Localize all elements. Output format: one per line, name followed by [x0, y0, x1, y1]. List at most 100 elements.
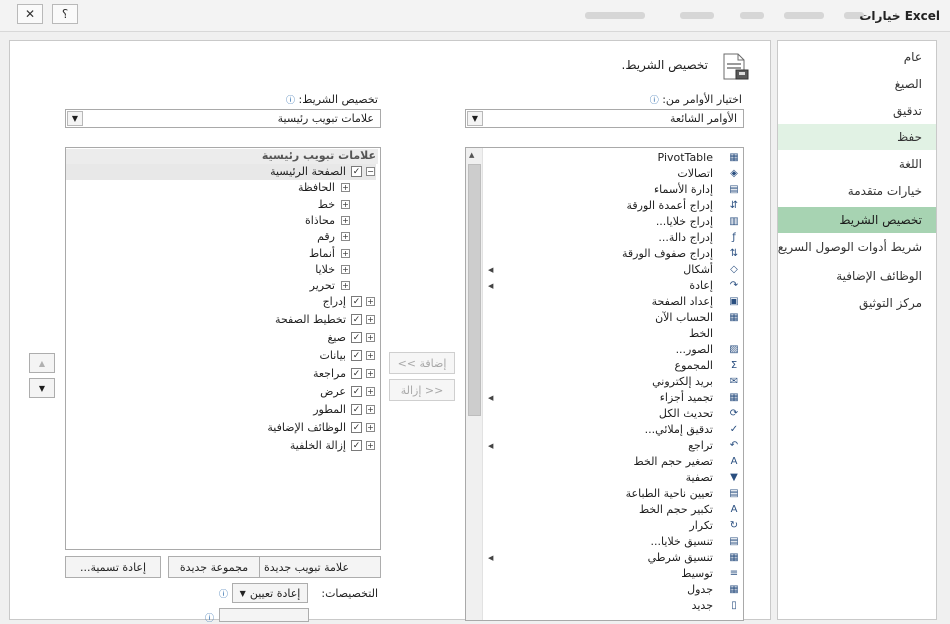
tab-checkbox[interactable]: ✓ [351, 439, 362, 451]
tab-checkbox[interactable]: ✓ [351, 350, 362, 362]
commands-list[interactable]: ▲ PivotTable ▦ اتصالات ◈ إدارة الأسماء ▤ إدراج… [465, 147, 744, 621]
category-add-ins[interactable]: الوظائف الإضافية [778, 263, 936, 289]
expand-toggle-icon[interactable]: + [366, 440, 375, 450]
category-language[interactable]: اللغة [778, 151, 936, 177]
expand-toggle-icon[interactable]: + [366, 297, 375, 307]
expand-toggle-icon[interactable]: + [366, 422, 375, 432]
tree-group-item[interactable]: رقم [317, 229, 335, 245]
category-proofing[interactable]: تدقيق [778, 98, 936, 124]
add-button[interactable]: إضافة >> [389, 352, 455, 374]
ribbon-tabs-tree[interactable]: علامات تبويب رئيسية − ✓ الصفحة الرئيسية + ال… [65, 147, 381, 550]
chevron-down-icon[interactable]: ▼ [67, 111, 83, 126]
move-down-button[interactable]: ▼ [29, 378, 55, 398]
category-trust-center[interactable]: مركز التوثيق [778, 290, 936, 316]
command-item[interactable]: المجموع [675, 358, 713, 374]
command-item[interactable]: إدراج أعمدة الورقة [627, 198, 714, 214]
expand-toggle-icon[interactable]: + [341, 281, 350, 291]
command-item[interactable]: تعيين ناحية الطباعة [626, 486, 713, 502]
category-customize-ribbon[interactable]: تخصيص الشريط [778, 207, 936, 233]
tab-checkbox[interactable]: ✓ [351, 385, 362, 397]
tree-group-item[interactable]: محاذاة [305, 213, 335, 229]
tab-checkbox[interactable]: ✓ [351, 368, 362, 379]
tree-tab-item[interactable]: المطور [313, 402, 346, 418]
choose-commands-dropdown[interactable]: الأوامر الشائعة ▼ [465, 109, 744, 128]
command-item[interactable]: اتصالات [677, 166, 713, 182]
expand-toggle-icon[interactable]: + [366, 369, 375, 378]
tree-group-item[interactable]: الحافظة [298, 180, 335, 196]
command-item[interactable]: تراجع [688, 438, 713, 454]
reset-button[interactable]: إعادة تعيين ▼ [232, 583, 308, 603]
expand-toggle-icon[interactable]: + [341, 248, 350, 258]
tab-checkbox[interactable]: ✓ [351, 166, 362, 177]
command-item[interactable]: جديد [692, 598, 713, 614]
remove-button[interactable]: << إزالة [389, 379, 455, 401]
command-item[interactable]: إدراج صفوف الورقة [622, 246, 713, 262]
import-export-button[interactable] [219, 608, 309, 622]
tree-group-item[interactable]: خط [318, 197, 335, 213]
expand-toggle-icon[interactable]: + [366, 386, 375, 396]
command-item[interactable]: بريد إلكتروني [652, 374, 713, 390]
command-item[interactable]: إدارة الأسماء [654, 182, 713, 198]
command-item[interactable]: أشكال [683, 262, 713, 278]
command-item[interactable]: الخط [689, 326, 713, 342]
expand-toggle-icon[interactable]: + [341, 264, 350, 274]
command-item[interactable]: تكبير حجم الخط [639, 502, 713, 518]
category-quick-access-toolbar[interactable]: شريط أدوات الوصول السريع [778, 234, 936, 260]
rename-button[interactable]: إعادة تسمية... [65, 556, 161, 578]
command-item[interactable]: توسيط [681, 566, 713, 582]
tab-checkbox[interactable]: ✓ [351, 421, 362, 433]
customize-ribbon-dropdown[interactable]: علامات تبويب رئيسية ▼ [65, 109, 381, 128]
category-formulas[interactable]: الصيغ [778, 71, 936, 97]
tab-checkbox[interactable]: ✓ [351, 314, 362, 326]
tab-checkbox[interactable]: ✓ [351, 296, 362, 308]
tree-tab-item[interactable]: إدراج [323, 294, 346, 310]
category-general[interactable]: عام [778, 44, 936, 70]
move-up-button[interactable]: ▲ [29, 353, 55, 373]
tree-tab-item[interactable]: مراجعة [313, 366, 346, 382]
command-item[interactable]: إدراج دالة... [658, 230, 713, 246]
scroll-thumb[interactable] [468, 164, 481, 416]
tab-checkbox[interactable]: ✓ [351, 332, 362, 344]
command-item[interactable]: تكرار [689, 518, 713, 534]
command-item[interactable]: تصغير حجم الخط [634, 454, 713, 470]
command-item[interactable]: تصفية [686, 470, 713, 486]
tree-tab-item[interactable]: تخطيط الصفحة [275, 312, 346, 328]
tree-group-item[interactable]: تحرير [310, 278, 335, 294]
command-item[interactable]: PivotTable [658, 150, 713, 166]
command-item[interactable]: تنسيق شرطي [648, 550, 713, 566]
expand-toggle-icon[interactable]: + [341, 232, 350, 242]
command-item[interactable]: تجميد أجزاء [660, 390, 713, 406]
command-item[interactable]: تحديث الكل [659, 406, 713, 422]
tree-group-item[interactable]: خلايا [315, 262, 335, 278]
command-item[interactable]: إعداد الصفحة [652, 294, 713, 310]
command-item[interactable]: تدقيق إملائي... [645, 422, 713, 438]
tree-tab-item[interactable]: إزالة الخلفية [290, 438, 346, 454]
tab-checkbox[interactable]: ✓ [351, 403, 362, 415]
command-item[interactable]: جدول [687, 582, 713, 598]
tree-tab-item[interactable]: عرض [320, 384, 346, 400]
tree-tab-home[interactable]: الصفحة الرئيسية [270, 164, 346, 180]
expand-toggle-icon[interactable]: + [366, 333, 375, 343]
tree-tab-item[interactable]: بيانات [319, 348, 346, 364]
expand-toggle-icon[interactable]: + [366, 315, 375, 325]
expand-toggle-icon[interactable]: + [341, 199, 350, 209]
command-item[interactable]: إدراج خلايا... [656, 214, 713, 230]
chevron-down-icon[interactable]: ▼ [467, 111, 483, 126]
category-save[interactable]: حفظ [778, 124, 936, 150]
expand-toggle-icon[interactable]: + [366, 351, 375, 361]
command-item[interactable]: إعادة [689, 278, 713, 294]
expand-toggle-icon[interactable]: + [341, 215, 350, 225]
tree-tab-item[interactable]: الوظائف الإضافية [267, 420, 346, 436]
commands-scrollbar[interactable]: ▲ [466, 148, 483, 620]
scroll-up-icon[interactable]: ▲ [469, 151, 474, 159]
category-advanced[interactable]: خيارات متقدمة [778, 178, 936, 204]
tree-group-item[interactable]: أنماط [309, 246, 335, 262]
expand-toggle-icon[interactable]: + [366, 404, 375, 414]
command-item[interactable]: تنسيق خلايا... [651, 534, 713, 550]
collapse-toggle-icon[interactable]: − [366, 167, 375, 176]
command-item[interactable]: الحساب الآن [655, 310, 713, 326]
tree-tab-item[interactable]: صيغ [327, 330, 346, 346]
expand-toggle-icon[interactable]: + [341, 183, 350, 193]
command-item[interactable]: الصور... [676, 342, 713, 358]
help-button[interactable]: ؟ [52, 4, 78, 24]
